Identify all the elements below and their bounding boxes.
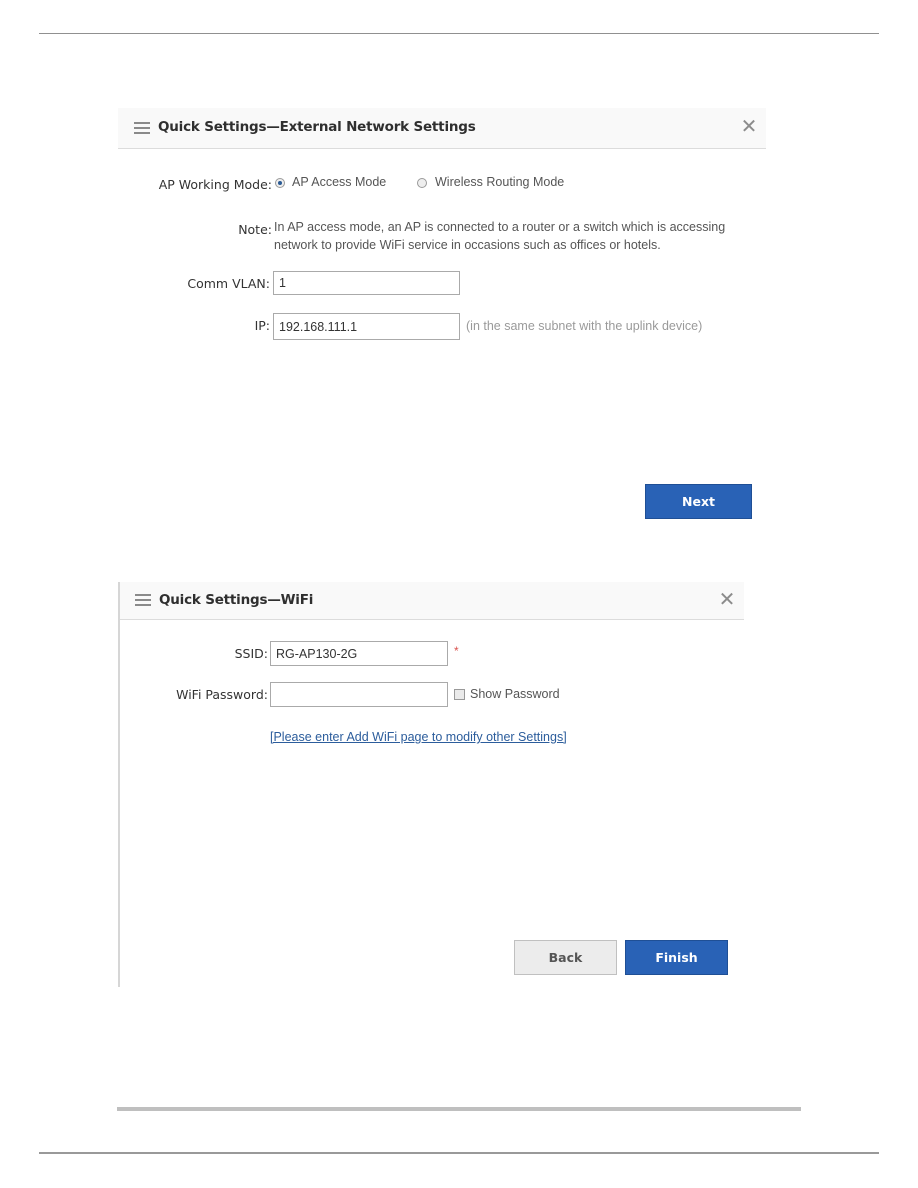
wireless-routing-mode-label[interactable]: Wireless Routing Mode [435, 175, 564, 189]
external-network-settings-panel: Quick Settings—External Network Settings… [118, 108, 766, 528]
close-icon[interactable]: ✕ [740, 117, 758, 137]
wifi-password-input[interactable] [270, 682, 448, 707]
required-mark: * [454, 644, 459, 658]
menu-icon[interactable] [134, 122, 150, 134]
next-button[interactable]: Next [645, 484, 752, 519]
note-line-1: In AP access mode, an AP is connected to… [274, 220, 726, 234]
comm-vlan-input[interactable] [273, 271, 460, 295]
panel-header: Quick Settings—External Network Settings… [118, 108, 766, 149]
panel-header: Quick Settings—WiFi ✕ [120, 582, 744, 620]
ap-access-mode-label[interactable]: AP Access Mode [292, 175, 386, 189]
show-password-checkbox[interactable] [454, 689, 465, 700]
ssid-input[interactable] [270, 641, 448, 666]
menu-icon[interactable] [135, 594, 151, 606]
ssid-label: SSID: [234, 646, 268, 661]
wifi-settings-panel: Quick Settings—WiFi ✕ SSID: * WiFi Passw… [118, 582, 744, 987]
add-wifi-page-link[interactable]: [Please enter Add WiFi page to modify ot… [270, 730, 567, 744]
ip-input[interactable] [273, 313, 460, 340]
note-line-2: network to provide WiFi service in occas… [274, 238, 661, 252]
ip-hint: (in the same subnet with the uplink devi… [466, 319, 703, 333]
comm-vlan-label: Comm VLAN: [187, 276, 270, 291]
page-top-rule [39, 33, 879, 34]
back-button[interactable]: Back [514, 940, 617, 975]
panel-title: Quick Settings—External Network Settings [158, 119, 476, 135]
page-footer-light-rule [117, 1107, 801, 1111]
page-bottom-rule [39, 1152, 879, 1154]
wireless-routing-mode-radio[interactable] [417, 178, 427, 188]
ip-label: IP: [254, 318, 270, 333]
ap-working-mode-label: AP Working Mode: [158, 177, 272, 192]
close-icon[interactable]: ✕ [718, 590, 736, 610]
finish-button[interactable]: Finish [625, 940, 728, 975]
show-password-label[interactable]: Show Password [470, 687, 560, 701]
ap-access-mode-radio[interactable] [275, 178, 285, 188]
wifi-password-label: WiFi Password: [176, 687, 268, 702]
note-label: Note: [238, 222, 272, 237]
panel-title: Quick Settings—WiFi [159, 592, 314, 608]
